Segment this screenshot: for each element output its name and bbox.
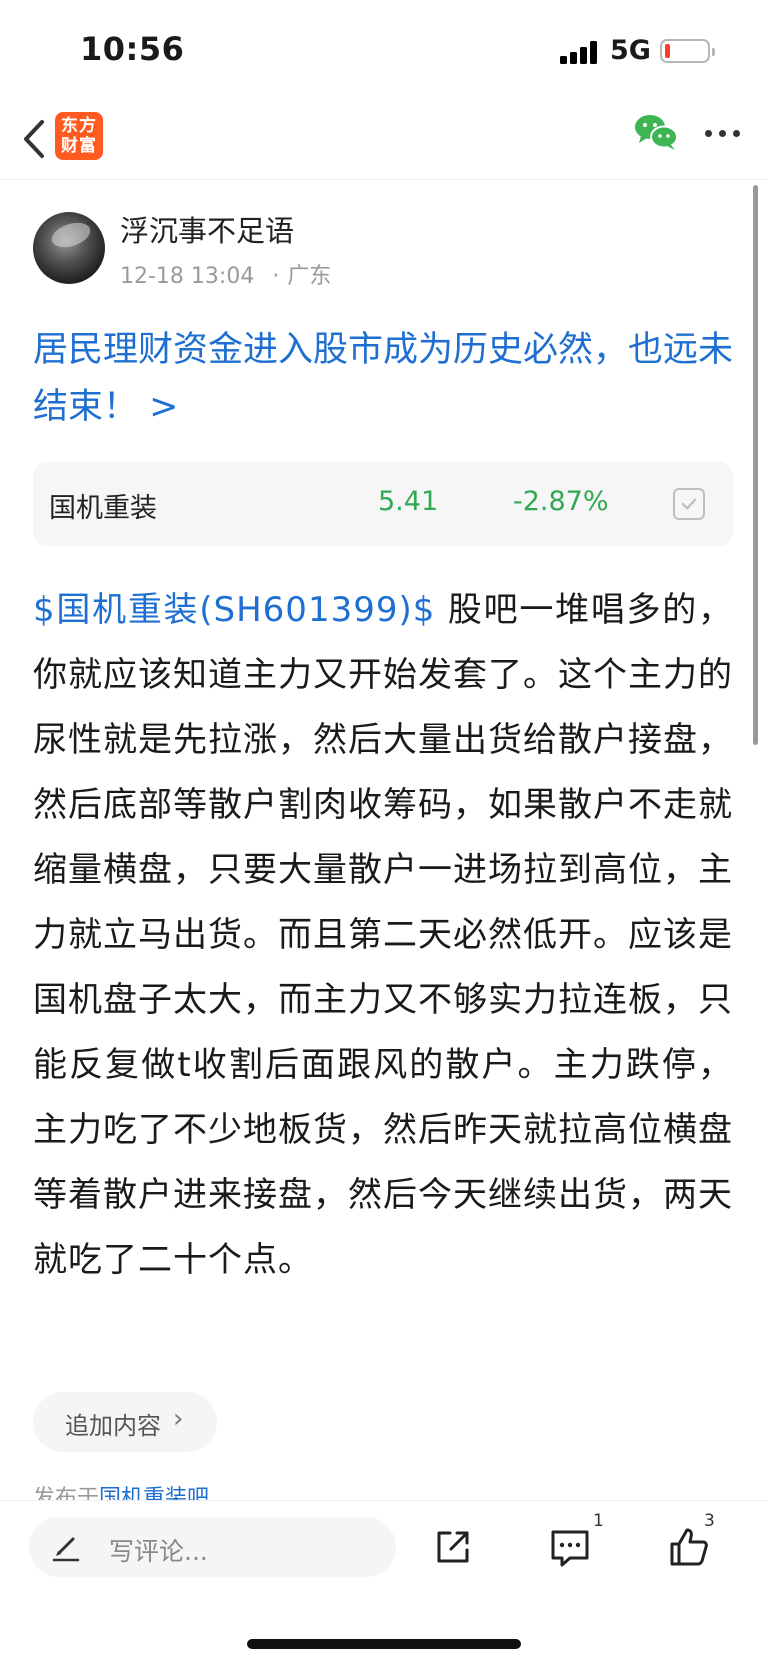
avatar[interactable] bbox=[33, 212, 105, 284]
pencil-icon bbox=[52, 1537, 80, 1562]
chevron-left-icon[interactable] bbox=[18, 116, 54, 162]
author-name[interactable]: 浮沉事不足语 bbox=[120, 208, 294, 250]
chevron-right-icon: › bbox=[173, 1404, 184, 1434]
battery-icon bbox=[660, 39, 715, 63]
comment-icon[interactable] bbox=[548, 1527, 592, 1569]
watchlist-check-icon[interactable] bbox=[673, 488, 705, 520]
append-label: 追加内容 bbox=[65, 1412, 161, 1440]
scrollbar[interactable] bbox=[753, 185, 758, 745]
stock-name: 国机重装 bbox=[49, 493, 157, 524]
status-bar: 10:56 5G bbox=[0, 0, 768, 100]
thumbs-up-icon[interactable] bbox=[667, 1525, 711, 1569]
signal-icon bbox=[560, 40, 600, 64]
network-type: 5G bbox=[610, 35, 651, 66]
post-meta: 12-18 13:04 · 广东 bbox=[120, 258, 331, 290]
more-icon[interactable] bbox=[705, 130, 741, 140]
post-title-link[interactable]: 居民理财资金进入股市成为历史必然，也远未结束！ > bbox=[33, 322, 733, 436]
home-indicator[interactable] bbox=[247, 1639, 521, 1649]
comment-input[interactable]: 写评论... bbox=[29, 1517, 396, 1577]
status-time: 10:56 bbox=[80, 30, 185, 68]
posted-in: 发布于国机重装吧 bbox=[33, 1480, 209, 1502]
post-time: 12-18 13:04 bbox=[120, 264, 255, 289]
comment-count: 1 bbox=[593, 1511, 604, 1531]
comment-placeholder: 写评论... bbox=[109, 1537, 208, 1566]
bottom-action-bar: 写评论... 1 3 bbox=[0, 1500, 768, 1663]
stock-change: -2.87% bbox=[513, 486, 609, 517]
stock-tag-link[interactable]: $国机重装(SH601399)$ bbox=[33, 590, 435, 630]
stock-card[interactable]: 国机重装 5.41 -2.87% bbox=[33, 462, 733, 546]
app-logo[interactable]: 东方 财富 bbox=[55, 112, 103, 160]
stock-price: 5.41 bbox=[378, 486, 439, 517]
nav-bar: 东方 财富 bbox=[0, 100, 768, 180]
meta-separator: · bbox=[272, 264, 280, 289]
post-body: $国机重装(SH601399)$ 股吧一堆唱多的，你就应该知道主力又开始发套了。… bbox=[33, 578, 733, 1293]
post-location: 广东 bbox=[287, 264, 332, 289]
share-icon[interactable] bbox=[433, 1527, 473, 1567]
wechat-icon[interactable] bbox=[633, 112, 679, 152]
like-count: 3 bbox=[704, 1511, 715, 1531]
post-body-text: 股吧一堆唱多的，你就应该知道主力又开始发套了。这个主力的尿性就是先拉涨，然后大量… bbox=[33, 590, 733, 1280]
append-content-button[interactable]: 追加内容 › bbox=[33, 1392, 217, 1452]
